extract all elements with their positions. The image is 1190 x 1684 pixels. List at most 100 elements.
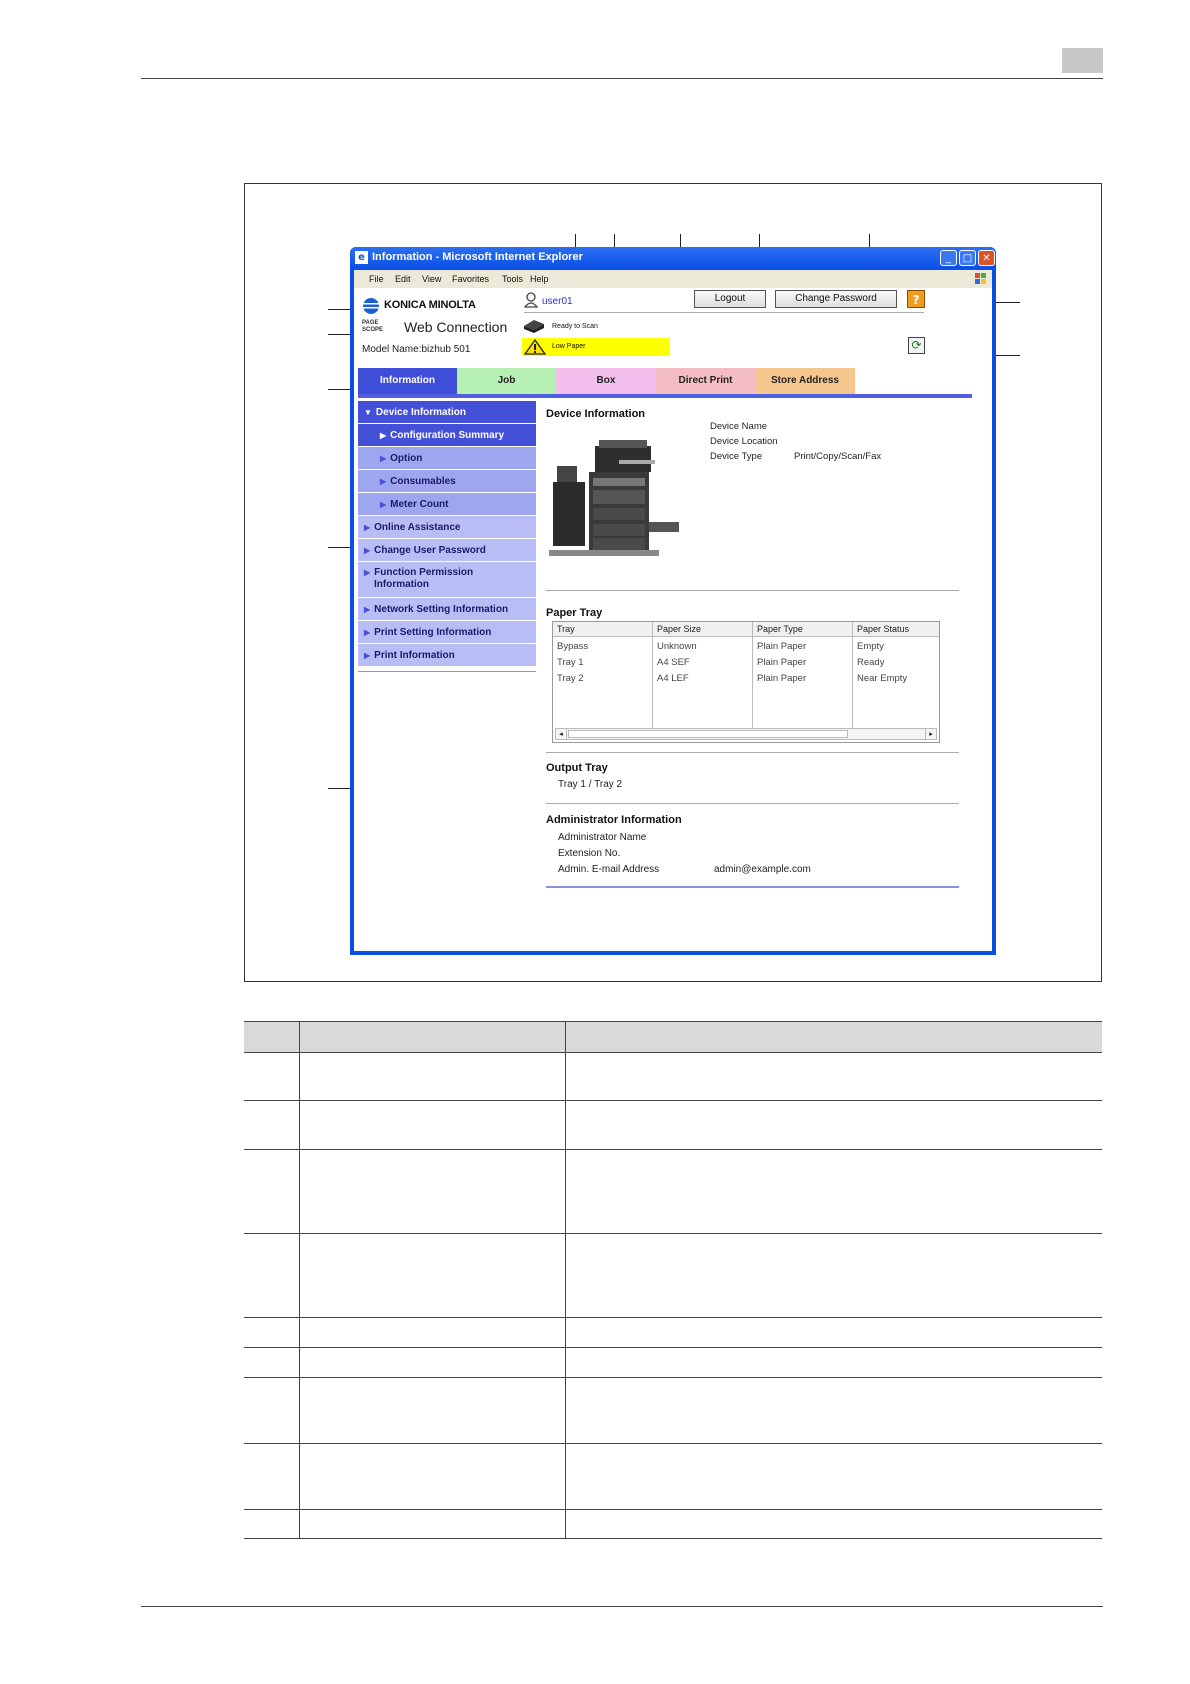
- tab-job[interactable]: Job: [457, 368, 556, 394]
- section-divider: [546, 803, 959, 804]
- sidebar-item-network-setting[interactable]: ▶ Network Setting Information: [358, 598, 536, 620]
- user-name[interactable]: user01: [542, 296, 573, 307]
- paper-tray-title: Paper Tray: [546, 607, 603, 619]
- brand-name: KONICA MINOLTA: [384, 299, 476, 311]
- device-location-label: Device Location: [710, 436, 778, 447]
- help-button[interactable]: ?: [907, 290, 925, 308]
- sidebar-item-print-setting[interactable]: ▶ Print Setting Information: [358, 621, 536, 643]
- table-row: [244, 1150, 1102, 1234]
- header-rule: [141, 78, 1103, 79]
- page-content: KONICA MINOLTA PAGE SCOPE Web Connection …: [354, 288, 992, 951]
- tray-cell: Near Empty: [857, 673, 908, 684]
- admin-name-label: Administrator Name: [558, 832, 647, 843]
- admin-title: Administrator Information: [546, 814, 682, 826]
- tray-cell: Plain Paper: [757, 673, 807, 684]
- menu-view[interactable]: View: [422, 274, 441, 284]
- user-icon: [524, 292, 538, 308]
- scroll-right-icon[interactable]: ▸: [925, 729, 936, 739]
- device-name-label: Device Name: [710, 421, 768, 432]
- page-number-box: [1062, 48, 1103, 73]
- output-tray-value: Tray 1 / Tray 2: [558, 779, 623, 790]
- pagescope-scope: SCOPE: [362, 327, 384, 333]
- col-sep: [852, 622, 853, 728]
- section-divider: [546, 752, 959, 753]
- product-name: Web Connection: [404, 319, 508, 335]
- menu-bar: File Edit View Favorites Tools Help: [354, 270, 992, 288]
- sidebar-item-configuration-summary[interactable]: ▶ Configuration Summary: [358, 424, 536, 446]
- window-title: Information - Microsoft Internet Explore…: [372, 251, 583, 263]
- tray-cell: Plain Paper: [757, 657, 807, 668]
- table-row: [244, 1510, 1102, 1539]
- close-button[interactable]: ✕: [978, 250, 995, 266]
- menu-favorites[interactable]: Favorites: [452, 274, 489, 284]
- tray-cell: Tray 1: [557, 657, 584, 668]
- admin-extension-label: Extension No.: [558, 848, 621, 859]
- menu-tools[interactable]: Tools: [502, 274, 523, 284]
- windows-logo-icon: [975, 273, 986, 284]
- tab-box[interactable]: Box: [556, 368, 656, 394]
- menu-help[interactable]: Help: [530, 274, 549, 284]
- tray-cell: Bypass: [557, 641, 589, 652]
- col-paper-type[interactable]: Paper Type: [757, 624, 803, 634]
- sidebar: ▼ Device Information ▶ Configuration Summa…: [358, 401, 536, 701]
- title-bar: e Information - Microsoft Internet Explo…: [350, 247, 996, 270]
- menu-edit[interactable]: Edit: [395, 274, 411, 284]
- sidebar-item-print-information[interactable]: ▶ Print Information: [358, 644, 536, 666]
- horizontal-scrollbar[interactable]: ◂ ▸: [555, 728, 937, 740]
- tab-direct-print[interactable]: Direct Print: [656, 368, 755, 394]
- refresh-icon[interactable]: ⟳: [908, 337, 925, 354]
- table-row: [244, 1101, 1102, 1150]
- device-type-value: Print/Copy/Scan/Fax: [794, 451, 882, 462]
- tray-cell: Tray 2: [557, 673, 584, 684]
- tray-cell: Plain Paper: [757, 641, 807, 652]
- sidebar-item-function-permission[interactable]: ▶ Function Permission Information: [358, 562, 536, 597]
- sidebar-item-meter-count[interactable]: ▶ Meter Count: [358, 493, 536, 515]
- sidebar-item-consumables[interactable]: ▶ Consumables: [358, 470, 536, 492]
- scanner-icon: [524, 320, 544, 333]
- col-paper-size[interactable]: Paper Size: [657, 624, 701, 634]
- footer-rule: [141, 1606, 1103, 1607]
- col-paper-status[interactable]: Paper Status: [857, 624, 909, 634]
- browser-window: e Information - Microsoft Internet Explo…: [350, 247, 996, 955]
- minimize-button[interactable]: _: [940, 250, 957, 266]
- tab-bar: Information Job Box Direct Print Store A…: [358, 368, 972, 394]
- sidebar-divider: [358, 671, 536, 672]
- tray-cell: A4 SEF: [657, 657, 690, 668]
- warning-icon: [524, 339, 546, 355]
- logout-button[interactable]: Logout: [694, 290, 766, 308]
- maximize-button[interactable]: □: [959, 250, 976, 266]
- tab-underline: [358, 394, 972, 398]
- section-divider: [546, 590, 959, 591]
- alert-banner: Low Paper: [522, 338, 670, 356]
- table-row: [244, 1052, 1102, 1101]
- alert-text: Low Paper: [552, 343, 586, 350]
- tab-store-address[interactable]: Store Address: [755, 368, 855, 394]
- table-column-rule: [299, 1021, 300, 1539]
- admin-email-label: Admin. E-mail Address: [558, 864, 660, 875]
- table-row: [244, 1318, 1102, 1348]
- scroll-thumb[interactable]: [568, 730, 848, 738]
- sidebar-item-change-user-password[interactable]: ▶ Change User Password: [358, 539, 536, 561]
- konica-minolta-logo-icon: [363, 298, 379, 314]
- menu-file[interactable]: File: [369, 274, 384, 284]
- table-row: [244, 1348, 1102, 1378]
- header-divider: [524, 312, 924, 313]
- sidebar-item-option[interactable]: ▶ Option: [358, 447, 536, 469]
- tab-information[interactable]: Information: [358, 368, 457, 394]
- change-password-button[interactable]: Change Password: [775, 290, 897, 308]
- device-status: Ready to Scan: [552, 323, 598, 330]
- paper-tray-table: Tray Paper Size Paper Type Paper Status …: [552, 621, 940, 743]
- table-row: [244, 1378, 1102, 1444]
- sidebar-item-device-information[interactable]: ▼ Device Information: [358, 401, 536, 423]
- scroll-left-icon[interactable]: ◂: [556, 729, 567, 739]
- ie-icon: e: [355, 251, 368, 264]
- tray-cell: A4 LEF: [657, 673, 689, 684]
- admin-email-value: admin@example.com: [714, 864, 811, 875]
- col-tray[interactable]: Tray: [557, 624, 575, 634]
- pagescope-logo-icon: PAGE SCOPE: [362, 320, 400, 336]
- sidebar-item-online-assistance[interactable]: ▶ Online Assistance: [358, 516, 536, 538]
- table-column-rule: [565, 1021, 566, 1539]
- copier-image: [549, 440, 679, 556]
- section-divider: [546, 886, 959, 888]
- device-type-label: Device Type: [710, 451, 763, 462]
